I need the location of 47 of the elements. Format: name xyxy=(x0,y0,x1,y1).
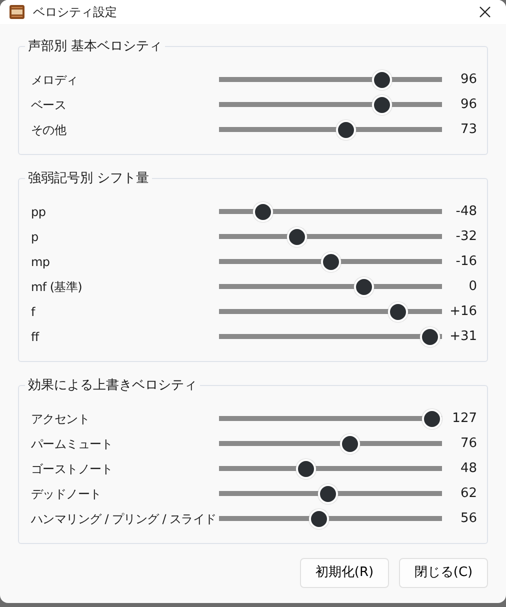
slider-thumb[interactable] xyxy=(340,434,360,454)
slider-thumb[interactable] xyxy=(354,276,374,296)
slider-value: 56 xyxy=(459,510,477,528)
slider-value: 0 xyxy=(468,278,477,296)
close-dialog-button[interactable]: 閉じる(C) xyxy=(399,558,488,588)
slider-value: -16 xyxy=(454,252,477,271)
slider-thumb[interactable] xyxy=(296,458,316,478)
slider-value: +16 xyxy=(448,302,477,321)
slider-value: -48 xyxy=(454,202,477,221)
slider-value: 76 xyxy=(459,434,477,453)
window-title: ベロシティ設定 xyxy=(33,4,118,21)
slider-thumb[interactable] xyxy=(372,70,392,90)
slider-label: mp xyxy=(31,254,51,270)
slider-label: pp xyxy=(31,204,47,220)
slider-label: アクセント xyxy=(31,410,91,428)
slider-label: パームミュート xyxy=(31,436,114,452)
slider-thumb[interactable] xyxy=(308,508,329,528)
slider-thumb[interactable] xyxy=(320,252,340,272)
slider-thumb[interactable] xyxy=(286,226,307,246)
slider-label: ゴーストノート xyxy=(31,460,114,478)
slider-label: ff xyxy=(31,328,40,346)
app-icon xyxy=(9,4,25,20)
slider-label: ハンマリング / プリング / スライド xyxy=(31,510,218,528)
slider-value: +31 xyxy=(448,328,477,346)
close-icon xyxy=(479,6,491,18)
slider-thumb[interactable] xyxy=(388,302,408,322)
slider-label: その他 xyxy=(31,122,68,138)
slider-thumb[interactable] xyxy=(318,484,338,504)
slider-label: ベース xyxy=(31,96,68,114)
slider-value: 96 xyxy=(459,96,477,114)
slider-thumb[interactable] xyxy=(252,202,273,222)
slider-value: 73 xyxy=(459,120,477,139)
slider-thumb[interactable] xyxy=(422,408,442,428)
slider-value: 96 xyxy=(459,70,477,89)
slider-label: f xyxy=(31,304,36,320)
slider-thumb[interactable] xyxy=(420,326,440,346)
slider-label: メロディ xyxy=(31,72,79,88)
slider-label: p xyxy=(31,228,40,246)
slider-value: 127 xyxy=(451,410,477,428)
slider-thumb[interactable] xyxy=(336,120,356,140)
slider-thumb[interactable] xyxy=(372,94,392,114)
slider-label: デッドノート xyxy=(31,486,102,502)
slider-value: 48 xyxy=(459,460,477,478)
slider-value: 62 xyxy=(459,484,477,503)
reset-button[interactable]: 初期化(R) xyxy=(300,558,389,588)
slider-value: -32 xyxy=(454,228,477,246)
slider-label: mf (基準) xyxy=(31,278,83,296)
